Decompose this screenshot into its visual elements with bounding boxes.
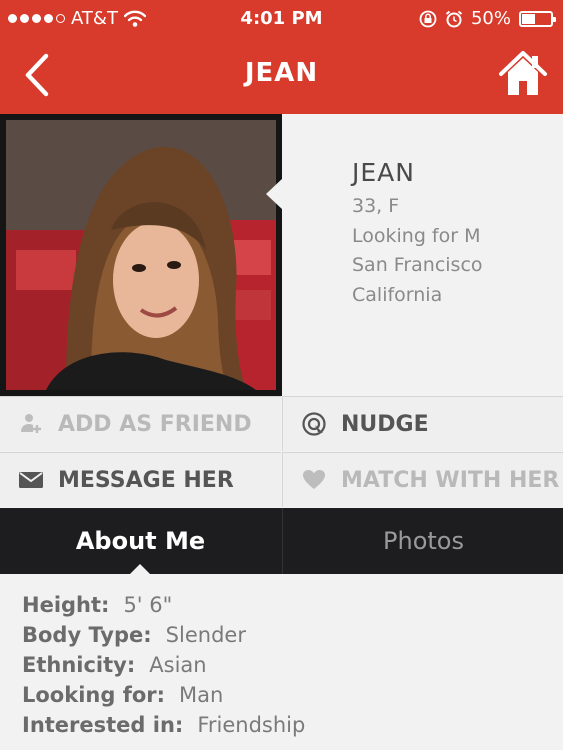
tab-photos-label: Photos <box>383 527 464 555</box>
home-icon <box>499 51 547 95</box>
about-details: Height: 5' 6" Body Type: Slender Ethnicity… <box>22 590 305 740</box>
profile-name: JEAN <box>352 158 415 187</box>
profile-looking-for: Looking for M <box>352 224 481 247</box>
profile-state: California <box>352 283 443 306</box>
page-title: JEAN <box>244 58 319 88</box>
profile-image <box>6 120 276 390</box>
nudge-label: NUDGE <box>341 411 429 437</box>
detail-row-looking-for: Looking for: Man <box>22 680 305 710</box>
detail-row-body-type: Body Type: Slender <box>22 620 305 650</box>
nudge-icon <box>299 411 329 437</box>
profile-age-sex: 33, F <box>352 195 400 217</box>
tab-photos[interactable]: Photos <box>282 508 563 574</box>
detail-label: Interested in: <box>22 713 184 737</box>
rotation-lock-icon <box>419 10 437 27</box>
status-bar: AT&T 4:01 PM 50% <box>0 0 563 38</box>
heart-icon <box>299 469 329 491</box>
detail-value: Man <box>179 683 224 707</box>
profile-photo[interactable] <box>0 114 282 396</box>
add-as-friend-label: ADD AS FRIEND <box>58 411 252 437</box>
add-as-friend-button[interactable]: ADD AS FRIEND <box>0 396 281 451</box>
profile-picture-illustration <box>6 120 276 390</box>
detail-label: Height: <box>22 593 110 617</box>
detail-value: Slender <box>165 623 246 647</box>
message-her-label: MESSAGE HER <box>58 467 234 493</box>
match-with-her-button[interactable]: MATCH WITH HER <box>282 452 563 507</box>
detail-row-height: Height: 5' 6" <box>22 590 305 620</box>
profile-tabs: About Me Photos <box>0 508 563 574</box>
detail-value: Friendship <box>197 713 306 737</box>
photo-pointer <box>266 178 283 210</box>
active-tab-indicator <box>130 564 150 574</box>
message-her-button[interactable]: MESSAGE HER <box>0 452 281 507</box>
tab-about-me[interactable]: About Me <box>0 508 281 574</box>
battery-percent: 50% <box>470 8 511 29</box>
nav-bar: JEAN <box>0 38 563 114</box>
status-right: 50% <box>419 8 556 29</box>
detail-label: Ethnicity: <box>22 653 136 677</box>
detail-row-interested-in: Interested in: Friendship <box>22 710 305 740</box>
nudge-button[interactable]: NUDGE <box>282 396 563 451</box>
add-friend-icon <box>16 412 46 436</box>
detail-value: 5' 6" <box>123 593 173 617</box>
profile-city: San Francisco <box>352 254 483 276</box>
detail-label: Body Type: <box>22 623 152 647</box>
profile-info: JEAN 33, F Looking for M San Francisco C… <box>352 156 483 310</box>
match-with-her-label: MATCH WITH HER <box>341 467 560 493</box>
tab-about-me-label: About Me <box>75 527 206 555</box>
detail-label: Looking for: <box>22 683 166 707</box>
home-button[interactable] <box>497 48 549 100</box>
alarm-icon <box>445 10 463 27</box>
battery-icon <box>519 10 556 27</box>
envelope-icon <box>16 470 46 490</box>
profile-header: JEAN 33, F Looking for M San Francisco C… <box>0 114 563 396</box>
detail-row-ethnicity: Ethnicity: Asian <box>22 650 305 680</box>
detail-value: Asian <box>149 653 207 677</box>
